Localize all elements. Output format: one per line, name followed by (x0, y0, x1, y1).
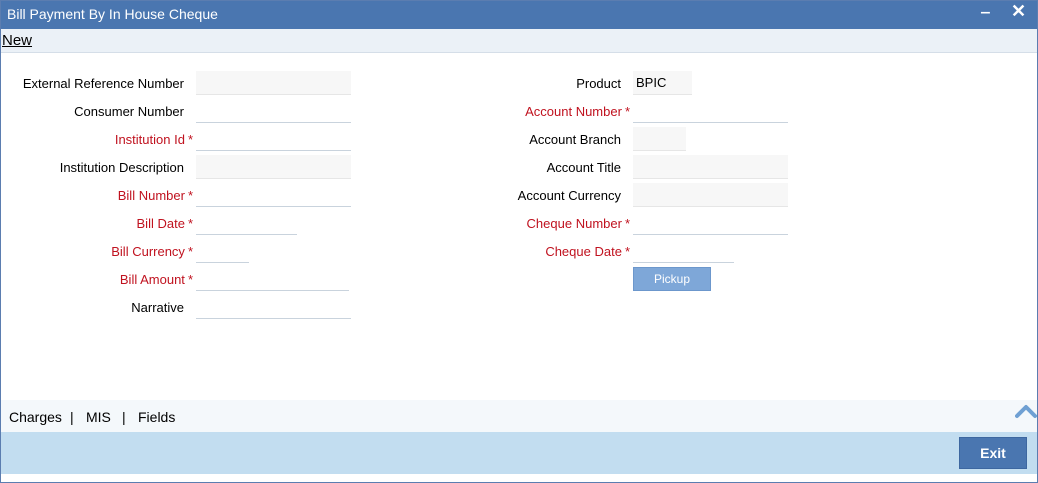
account-currency-field[interactable] (633, 183, 788, 207)
bill-payment-form: External Reference Number Consumer Numbe… (1, 54, 1037, 398)
external-reference-number-label: External Reference Number (22, 76, 184, 91)
required-marker: * (187, 216, 193, 231)
tab-mis[interactable]: MIS (86, 409, 111, 425)
tab-fields[interactable]: Fields (138, 409, 175, 425)
account-branch-label: Account Branch (529, 132, 621, 147)
institution-description-field[interactable] (196, 155, 351, 179)
institution-id-label-text: Institution Id (114, 132, 185, 147)
cheque-number-label-text: Cheque Number (526, 216, 622, 231)
consumer-number-label: Consumer Number (74, 104, 184, 119)
institution-id-label: Institution Id * (1, 132, 193, 148)
bill-currency-label-text: Bill Currency (111, 244, 185, 259)
chevron-up-icon[interactable] (1015, 403, 1037, 422)
bill-date-label: Bill Date * (1, 216, 193, 232)
exit-button[interactable]: Exit (959, 437, 1027, 469)
cheque-number-field[interactable] (633, 211, 788, 235)
narrative-label: Narrative (131, 300, 184, 315)
title-bar: Bill Payment By In House Cheque ‒ ✕ (1, 1, 1037, 29)
pickup-button[interactable]: Pickup (633, 267, 711, 291)
product-field[interactable] (633, 71, 692, 95)
bill-date-field[interactable] (196, 211, 297, 235)
institution-description-label: Institution Description (59, 160, 184, 175)
bill-date-label-text: Bill Date (136, 216, 185, 231)
new-link[interactable]: New (2, 32, 32, 49)
bill-currency-field[interactable] (196, 239, 249, 263)
narrative-field[interactable] (196, 295, 351, 319)
external-reference-number-field[interactable] (196, 71, 351, 95)
tab-separator: | (70, 409, 74, 425)
required-marker: * (187, 272, 193, 287)
account-title-field[interactable] (633, 155, 788, 179)
bill-amount-label: Bill Amount * (1, 272, 193, 288)
required-marker: * (624, 244, 630, 259)
toolbar: New (1, 29, 1037, 53)
account-currency-label: Account Currency (517, 188, 621, 203)
tab-separator: | (122, 409, 126, 425)
required-marker: * (187, 244, 193, 259)
bill-amount-field[interactable] (196, 267, 349, 291)
account-number-field[interactable] (633, 99, 788, 123)
consumer-number-field[interactable] (196, 99, 351, 123)
bill-amount-label-text: Bill Amount (119, 272, 185, 287)
required-marker: * (624, 104, 630, 119)
account-branch-field[interactable] (633, 127, 686, 151)
institution-id-field[interactable] (196, 127, 351, 151)
bill-number-label-text: Bill Number (117, 188, 185, 203)
tab-charges[interactable]: Charges (9, 409, 62, 425)
required-marker: * (624, 216, 630, 231)
bill-payment-window: Bill Payment By In House Cheque ‒ ✕ New … (0, 0, 1038, 483)
footer-tabs: Charges | MIS | Fields (1, 400, 1037, 432)
account-number-label: Account Number * (421, 104, 630, 120)
cheque-date-field[interactable] (633, 239, 734, 263)
window-title: Bill Payment By In House Cheque (7, 6, 218, 22)
cheque-date-label: Cheque Date * (421, 244, 630, 260)
required-marker: * (187, 132, 193, 147)
product-label: Product (576, 76, 621, 91)
footer-bar: Exit (1, 432, 1037, 474)
cheque-date-label-text: Cheque Date (545, 244, 622, 259)
bill-number-field[interactable] (196, 183, 351, 207)
required-marker: * (187, 188, 193, 203)
minimize-icon[interactable]: ‒ (981, 4, 990, 22)
cheque-number-label: Cheque Number * (421, 216, 630, 232)
close-icon[interactable]: ✕ (1011, 1, 1026, 22)
account-title-label: Account Title (546, 160, 621, 175)
bill-number-label: Bill Number * (1, 188, 193, 204)
bill-currency-label: Bill Currency * (1, 244, 193, 260)
account-number-label-text: Account Number (525, 104, 622, 119)
